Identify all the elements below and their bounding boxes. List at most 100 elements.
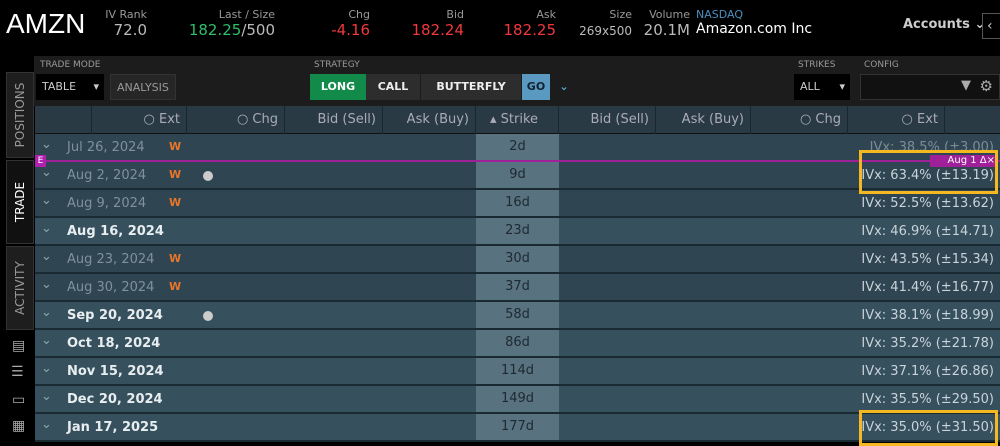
days-to-expiration: 30d — [476, 246, 559, 272]
expiration-row[interactable]: ⌄ Aug 30, 2024 W 37d IVx: 41.4% (±16.77) — [35, 274, 1000, 302]
chevron-down-icon[interactable]: ⌄ — [41, 333, 52, 348]
trade-mode-label: TRADE MODE — [40, 60, 101, 70]
col-ask-left[interactable]: Ask (Buy) — [383, 106, 476, 134]
weekly-badge: W — [169, 140, 182, 153]
go-button[interactable]: GO — [522, 74, 550, 100]
dropdown-icon: ▾ — [839, 80, 845, 93]
expiration-date: Jul 26, 2024 — [67, 140, 145, 155]
tv-icon[interactable]: ▭ — [12, 392, 25, 408]
volume-label: Volume — [649, 8, 690, 21]
expiration-date: Aug 16, 2024 — [67, 224, 164, 239]
earnings-line — [35, 160, 1000, 162]
col-label: Ext — [916, 112, 938, 127]
ask: 182.25 — [503, 21, 557, 39]
tab-trade[interactable]: TRADE — [6, 160, 34, 244]
dividend-dot-icon — [203, 311, 213, 321]
expiration-row[interactable]: ⌄ Jan 17, 2025 177d IVx: 35.0% (±31.50) — [35, 414, 1000, 442]
expiration-row[interactable]: ⌄ Nov 15, 2024 114d IVx: 37.1% (±26.86) — [35, 358, 1000, 386]
long-button[interactable]: LONG — [310, 74, 366, 100]
expiration-row[interactable]: ⌄ Jul 26, 2024 W 2d IVx: 38.5% (±3.00) — [35, 134, 1000, 162]
accounts-button[interactable]: Accounts ⌄ — [903, 17, 985, 32]
expiration-row[interactable]: ⌄ Aug 2, 2024 W 9d IVx: 63.4% (±13.19) — [35, 162, 1000, 190]
filter-icon[interactable]: ▼ — [961, 78, 971, 93]
header-blank — [35, 106, 92, 134]
chevron-down-icon[interactable]: ⌄ — [41, 417, 52, 432]
config-box: ▼ ⚙ — [860, 74, 1000, 100]
col-chg-right[interactable]: ○ Chg — [751, 106, 848, 134]
chevron-down-icon[interactable]: ⌄ — [41, 305, 52, 320]
col-label: Chg — [815, 112, 841, 127]
iv-rank: 72.0 — [113, 21, 147, 39]
last-price: 182.25 — [188, 21, 242, 39]
days-to-expiration: 86d — [476, 330, 559, 356]
ivx-value: IVx: 38.1% (±18.99) — [861, 308, 994, 323]
days-to-expiration: 16d — [476, 190, 559, 216]
col-chg-left[interactable]: ○ Chg — [187, 106, 285, 134]
expiration-date: Nov 15, 2024 — [67, 364, 164, 379]
chevron-down-icon[interactable]: ⌄ — [41, 277, 52, 292]
last-label: Last / Size — [218, 8, 275, 21]
bid: 182.24 — [411, 21, 465, 39]
chevron-down-icon[interactable]: ⌄ — [41, 389, 52, 404]
expiration-date: Oct 18, 2024 — [67, 336, 161, 351]
list-icon[interactable]: ☰ — [11, 364, 24, 380]
col-bid-left[interactable]: Bid (Sell) — [285, 106, 383, 134]
days-to-expiration: 2d — [476, 134, 559, 160]
call-button[interactable]: CALL — [366, 74, 420, 100]
col-label: Strike — [500, 112, 539, 127]
chevron-down-icon[interactable]: ⌄ — [41, 193, 52, 208]
chevron-down-icon[interactable]: ⌄ — [41, 221, 52, 236]
expiration-date: Dec 20, 2024 — [67, 392, 163, 407]
gear-icon[interactable]: ⚙ — [980, 77, 993, 95]
analysis-button[interactable]: ANALYSIS — [110, 74, 176, 100]
ivx-value: IVx: 52.5% (±13.62) — [861, 196, 994, 211]
weekly-badge: W — [169, 196, 182, 209]
trade-mode-select[interactable]: TABLE ▾ — [36, 74, 104, 100]
expiration-date: Jan 17, 2025 — [67, 420, 159, 435]
strategy-label: STRATEGY — [314, 60, 360, 70]
col-ask-right[interactable]: Ask (Buy) — [656, 106, 751, 134]
chart-grid-icon[interactable]: ▦ — [12, 418, 25, 434]
tab-positions[interactable]: POSITIONS — [6, 72, 34, 158]
tab-label: ACTIVITY — [13, 261, 27, 315]
col-strike[interactable]: ▴ Strike — [476, 106, 559, 134]
days-to-expiration: 149d — [476, 386, 559, 412]
chevron-down-icon[interactable]: ⌄ — [41, 249, 52, 264]
col-ext-right[interactable]: ○ Ext — [848, 106, 945, 134]
col-bid-right[interactable]: Bid (Sell) — [559, 106, 656, 134]
weekly-badge: W — [169, 280, 182, 293]
trade-toolbar: TRADE MODE TABLE ▾ ANALYSIS STRATEGY LONG… — [34, 56, 1000, 106]
exchange: NASDAQ — [696, 8, 744, 21]
chevron-down-icon[interactable]: ⌄ — [41, 137, 52, 152]
accounts-label: Accounts — [903, 17, 970, 32]
change: -4.16 — [331, 21, 370, 39]
tab-activity[interactable]: ACTIVITY — [6, 246, 34, 330]
highlight-box — [859, 150, 998, 194]
ivx-value: IVx: 37.1% (±26.86) — [861, 364, 994, 379]
chevron-down-icon[interactable]: ⌄ — [552, 74, 576, 100]
ivx-value: IVx: 35.2% (±21.78) — [861, 336, 994, 351]
chevron-down-icon[interactable]: ⌄ — [41, 165, 52, 180]
col-ext-left[interactable]: ○ Ext — [92, 106, 187, 134]
dropdown-icon: ▾ — [93, 80, 99, 93]
collapse-left-icon[interactable]: ‹ — [982, 13, 1000, 39]
expiration-date: Sep 20, 2024 — [67, 308, 163, 323]
chevron-down-icon[interactable]: ⌄ — [41, 361, 52, 376]
strikes-select[interactable]: ALL ▾ — [794, 74, 850, 100]
last-size: /500 — [241, 21, 275, 39]
col-label: Ext — [158, 112, 180, 127]
butterfly-button[interactable]: BUTTERFLY — [421, 74, 521, 100]
expiration-row[interactable]: ⌄ Aug 23, 2024 W 30d IVx: 43.5% (±15.34) — [35, 246, 1000, 274]
strikes-label: STRIKES — [798, 60, 836, 70]
symbol[interactable]: AMZN — [6, 8, 85, 40]
news-icon[interactable]: ▤ — [12, 338, 25, 354]
expiration-row[interactable]: ⌄ Dec 20, 2024 149d IVx: 35.5% (±29.50) — [35, 386, 1000, 414]
ivx-value: IVx: 35.5% (±29.50) — [861, 392, 994, 407]
expiration-row[interactable]: ⌄ Oct 18, 2024 86d IVx: 35.2% (±21.78) — [35, 330, 1000, 358]
expiration-row[interactable]: ⌄ Aug 9, 2024 W 16d IVx: 52.5% (±13.62) — [35, 190, 1000, 218]
company-name: Amazon.com Inc — [696, 21, 813, 37]
expiration-row[interactable]: ⌄ Aug 16, 2024 23d IVx: 46.9% (±14.71) — [35, 218, 1000, 246]
size: 269x500 — [579, 24, 632, 38]
weekly-badge: W — [169, 168, 182, 181]
expiration-row[interactable]: ⌄ Sep 20, 2024 58d IVx: 38.1% (±18.99) — [35, 302, 1000, 330]
